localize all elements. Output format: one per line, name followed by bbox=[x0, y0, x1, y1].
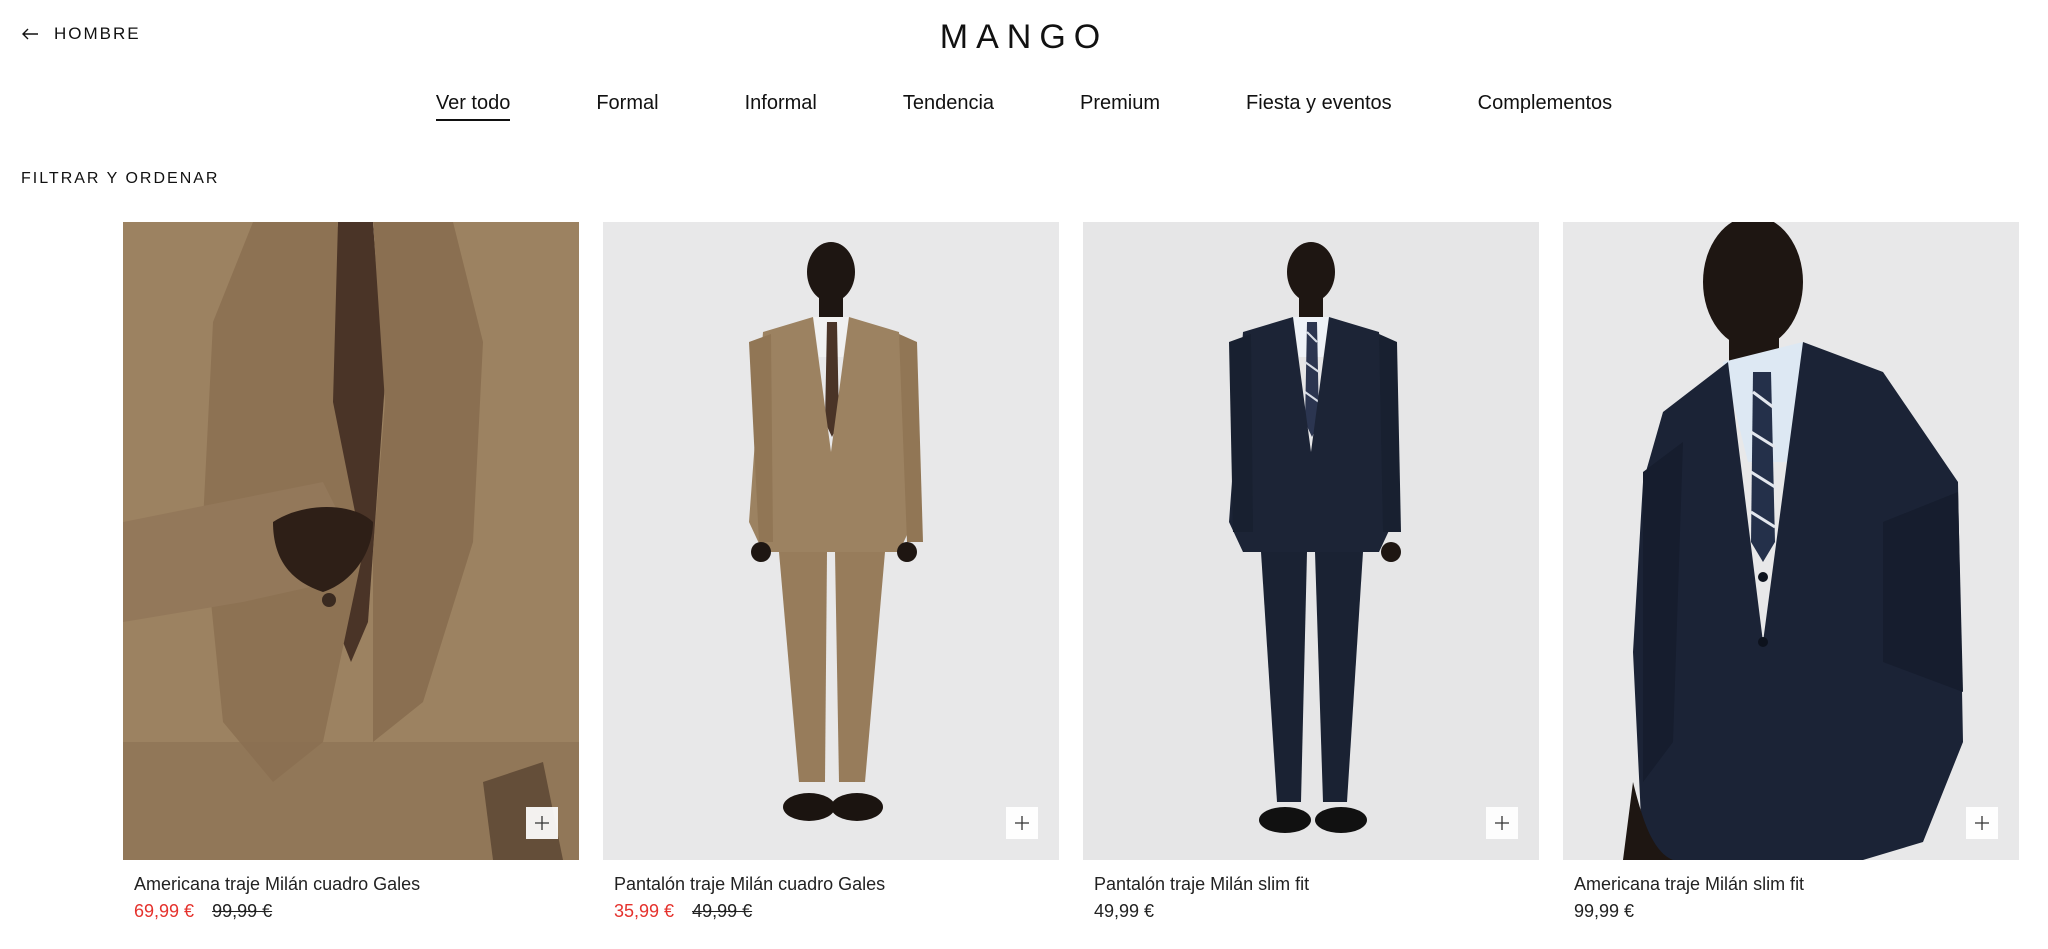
brown-suit-closeup-image bbox=[123, 222, 579, 860]
filter-sort-button[interactable]: FILTRAR Y ORDENAR bbox=[21, 170, 219, 188]
plus-icon bbox=[1495, 816, 1509, 830]
product-prices: 49,99 € bbox=[1094, 901, 1539, 922]
product-info: Americana traje Milán slim fit 99,99 € bbox=[1563, 860, 2019, 922]
product-image[interactable] bbox=[1563, 222, 2019, 860]
add-to-cart-button[interactable] bbox=[1006, 807, 1038, 839]
product-name[interactable]: Pantalón traje Milán cuadro Gales bbox=[614, 874, 1059, 895]
logo-text: MANGO bbox=[939, 18, 1109, 56]
product-name[interactable]: Pantalón traje Milán slim fit bbox=[1094, 874, 1539, 895]
product-card[interactable]: Pantalón traje Milán cuadro Gales 35,99 … bbox=[603, 222, 1059, 922]
product-info: Pantalón traje Milán slim fit 49,99 € bbox=[1083, 860, 1539, 922]
price: 99,99 € bbox=[1574, 901, 1635, 921]
product-card[interactable]: Americana traje Milán slim fit 99,99 € bbox=[1563, 222, 2019, 922]
tab-formal[interactable]: Formal bbox=[596, 92, 658, 121]
plus-icon bbox=[535, 816, 549, 830]
product-name[interactable]: Americana traje Milán slim fit bbox=[1574, 874, 2019, 895]
navy-suit-half-image bbox=[1563, 222, 2019, 860]
product-prices: 99,99 € bbox=[1574, 901, 2019, 922]
sale-price: 69,99 € bbox=[134, 901, 195, 921]
top-bar: HOMBRE MANGO bbox=[0, 0, 2048, 70]
product-card[interactable]: Americana traje Milán cuadro Gales 69,99… bbox=[123, 222, 579, 922]
product-info: Pantalón traje Milán cuadro Gales 35,99 … bbox=[603, 860, 1059, 922]
tab-ver-todo[interactable]: Ver todo bbox=[435, 92, 510, 121]
category-nav: Ver todo Formal Informal Tendencia Premi… bbox=[0, 92, 2048, 121]
add-to-cart-button[interactable] bbox=[1486, 807, 1518, 839]
brown-suit-full-image bbox=[603, 222, 1059, 860]
navy-suit-full-image bbox=[1083, 222, 1539, 860]
tab-premium[interactable]: Premium bbox=[1080, 92, 1160, 121]
original-price: 49,99 € bbox=[692, 901, 753, 921]
product-info: Americana traje Milán cuadro Gales 69,99… bbox=[123, 860, 579, 922]
product-prices: 69,99 € 99,99 € bbox=[134, 901, 579, 922]
sale-price: 35,99 € bbox=[614, 901, 675, 921]
tab-tendencia[interactable]: Tendencia bbox=[903, 92, 994, 121]
tab-fiesta-y-eventos[interactable]: Fiesta y eventos bbox=[1246, 92, 1392, 121]
product-image[interactable] bbox=[1083, 222, 1539, 860]
tab-complementos[interactable]: Complementos bbox=[1478, 92, 1613, 121]
price: 49,99 € bbox=[1094, 901, 1155, 921]
add-to-cart-button[interactable] bbox=[1966, 807, 1998, 839]
plus-icon bbox=[1975, 816, 1989, 830]
product-image[interactable] bbox=[603, 222, 1059, 860]
brand-logo[interactable]: MANGO bbox=[0, 18, 2048, 57]
add-to-cart-button[interactable] bbox=[526, 807, 558, 839]
product-card[interactable]: Pantalón traje Milán slim fit 49,99 € bbox=[1083, 222, 1539, 922]
tab-informal[interactable]: Informal bbox=[745, 92, 817, 121]
product-prices: 35,99 € 49,99 € bbox=[614, 901, 1059, 922]
product-grid: Americana traje Milán cuadro Gales 69,99… bbox=[123, 222, 2019, 922]
product-image[interactable] bbox=[123, 222, 579, 860]
product-name[interactable]: Americana traje Milán cuadro Gales bbox=[134, 874, 579, 895]
original-price: 99,99 € bbox=[212, 901, 273, 921]
plus-icon bbox=[1015, 816, 1029, 830]
